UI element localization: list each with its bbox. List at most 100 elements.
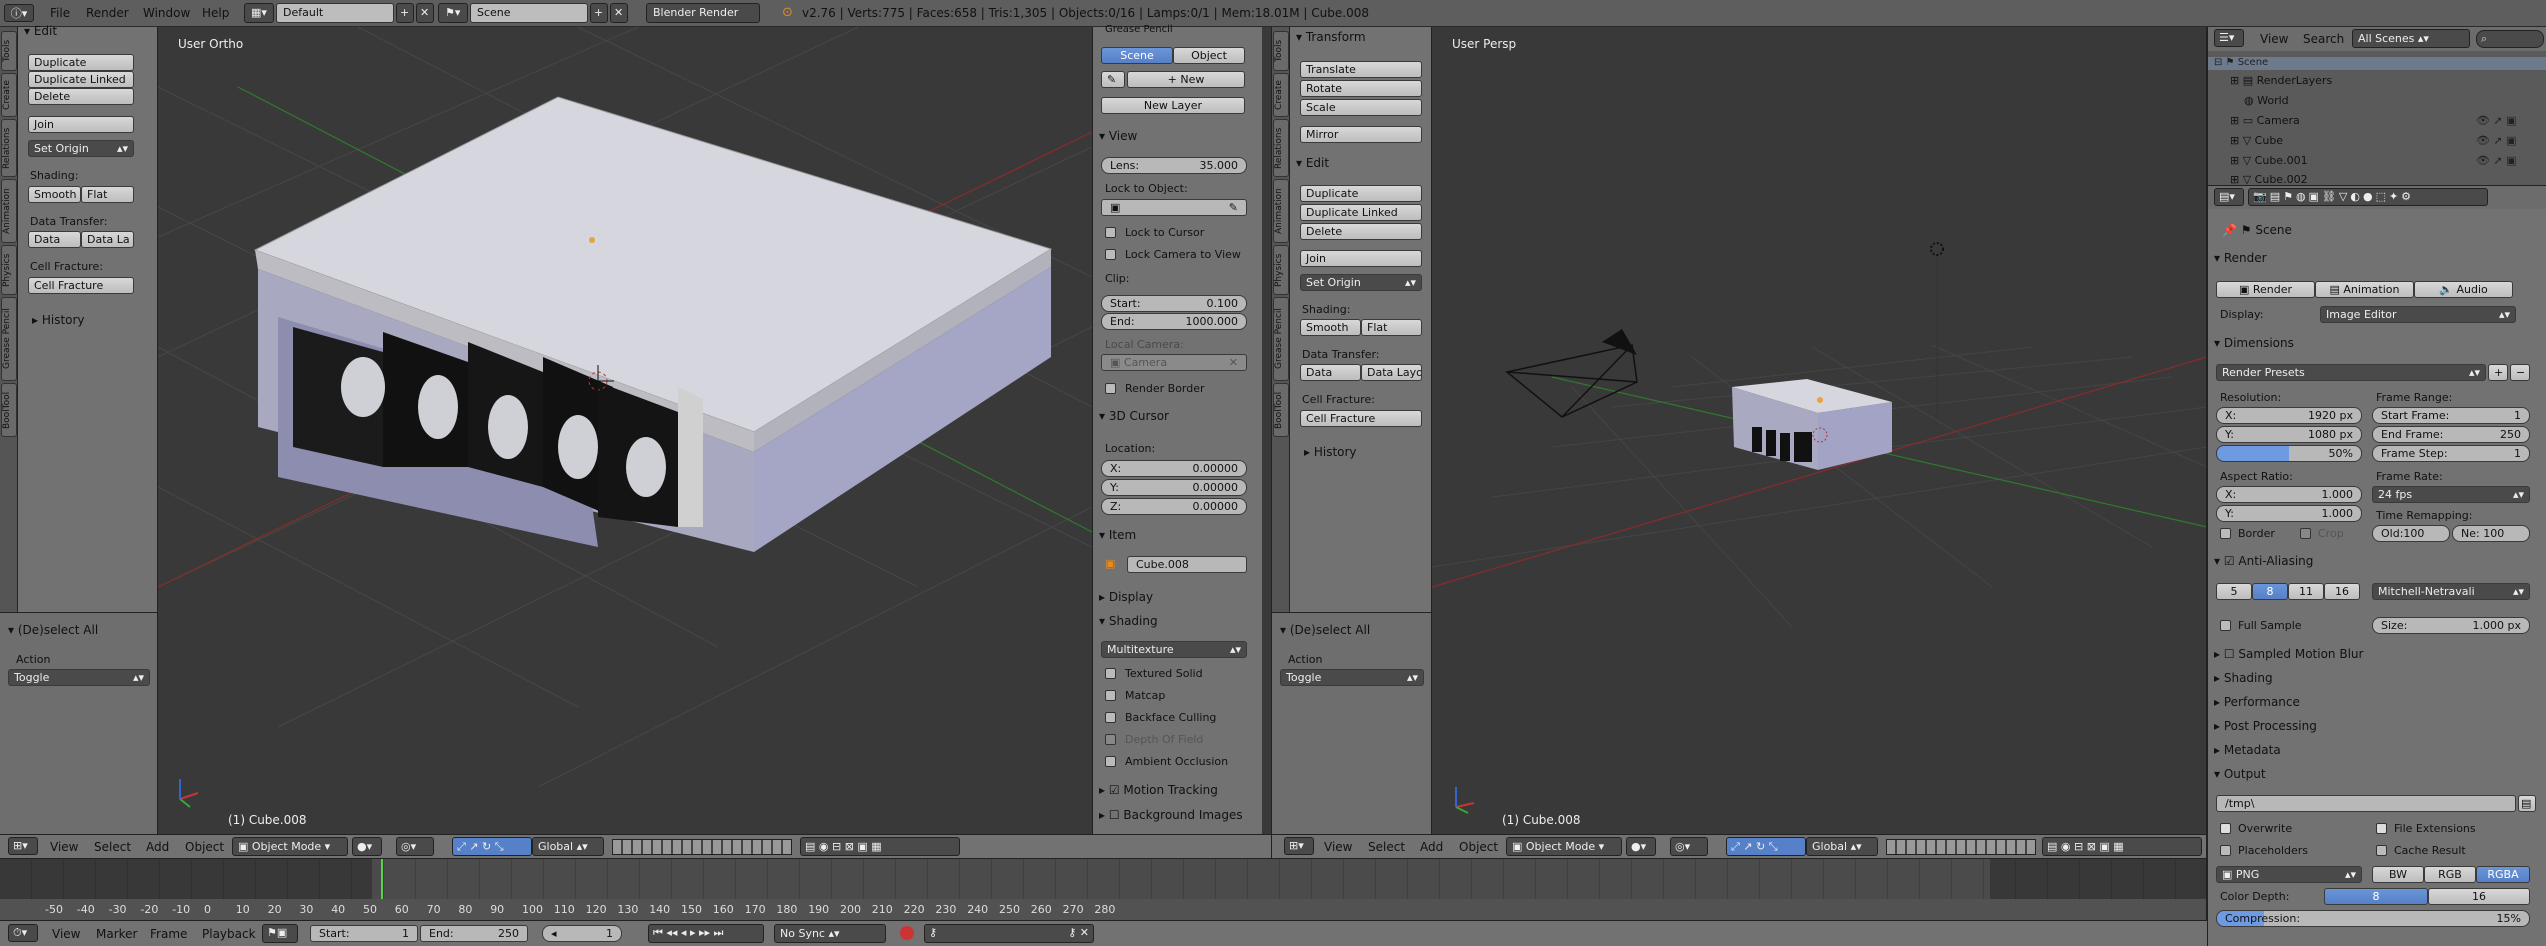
duplicate-button[interactable]: Duplicate <box>28 54 134 71</box>
orientation-select-left[interactable]: Global ▴▾ <box>532 837 604 856</box>
outliner-display-select[interactable]: All Scenes ▴▾ <box>2352 29 2470 48</box>
editor-type-icon[interactable]: ⓘ▾ <box>4 4 34 22</box>
item-section[interactable]: ▾ Item <box>1099 528 1136 542</box>
cell-fracture-button[interactable]: Cell Fracture <box>28 277 134 294</box>
add-scene-icon[interactable]: + <box>590 3 608 23</box>
menu-help[interactable]: Help <box>202 6 229 20</box>
smooth-button[interactable]: Smooth <box>28 186 81 203</box>
color-depth-8[interactable]: 8 <box>2324 888 2428 905</box>
folder-icon[interactable]: ▤ <box>2518 795 2536 812</box>
record-icon[interactable] <box>900 926 914 940</box>
motion-tracking-section[interactable]: ▸ ☑ Motion Tracking <box>1099 783 1218 797</box>
tab-relations[interactable]: Relations <box>1 119 17 177</box>
textured-solid-checkbox[interactable] <box>1105 668 1116 679</box>
join-button[interactable]: Join <box>28 116 134 133</box>
outliner-row-renderlayers[interactable]: ⊞ ▤ RenderLayers <box>2208 70 2546 90</box>
outliner-search-input[interactable]: ⌕ <box>2476 30 2544 48</box>
start-frame-field[interactable]: Start Frame: 1 <box>2372 407 2530 424</box>
timeline-end-field[interactable]: End: 250 <box>420 925 528 942</box>
crop-checkbox[interactable] <box>2300 528 2311 539</box>
scene-field[interactable]: Scene <box>470 3 588 23</box>
data-button-r[interactable]: Data <box>1300 364 1361 381</box>
outliner-row-world[interactable]: ◍ World <box>2208 90 2546 110</box>
tab-grease-pencil-r[interactable]: Grease Pencil <box>1273 297 1289 381</box>
set-origin-select-r[interactable]: Set Origin ▴▾ <box>1300 274 1422 291</box>
audio-button[interactable]: 🔈 Audio <box>2414 281 2513 298</box>
menu-object-left[interactable]: Object <box>185 840 224 854</box>
cursor-y-field[interactable]: Y: 0.00000 <box>1101 479 1247 496</box>
duplicate-linked-button[interactable]: Duplicate Linked <box>28 71 134 88</box>
tab-relations-r[interactable]: Relations <box>1273 119 1289 177</box>
timeline-view-menu[interactable]: View <box>52 927 80 941</box>
layers-grid-left[interactable] <box>612 839 792 855</box>
time-new-field[interactable]: Ne: 100 <box>2452 525 2530 542</box>
current-frame-field[interactable]: ◂ 1 <box>542 925 622 942</box>
menu-object-right[interactable]: Object <box>1459 840 1498 854</box>
new-gp-button[interactable]: + New <box>1127 71 1245 88</box>
menu-window[interactable]: Window <box>143 6 190 20</box>
new-layer-button[interactable]: New Layer <box>1101 97 1245 114</box>
animation-button[interactable]: ▤ Animation <box>2315 281 2414 298</box>
render-engine-select[interactable]: Blender Render <box>646 3 760 23</box>
properties-context-tabs[interactable]: 📷▤⚑◍▣⛓▽◐●⬚✦⚙ <box>2248 188 2488 206</box>
matcap-checkbox[interactable] <box>1105 690 1116 701</box>
pivot-select-right[interactable]: ◎▾ <box>1670 837 1708 856</box>
view-section[interactable]: ▾ View <box>1099 129 1137 143</box>
frame-rate-select[interactable]: 24 fps ▴▾ <box>2372 486 2530 503</box>
timeline-start-field[interactable]: Start: 1 <box>310 925 418 942</box>
data-layout-button[interactable]: Data La <box>81 231 134 248</box>
rotate-button[interactable]: Rotate <box>1300 80 1422 97</box>
cursor-z-field[interactable]: Z: 0.00000 <box>1101 498 1247 515</box>
tab-create-r[interactable]: Create <box>1273 73 1289 117</box>
history-panel-r[interactable]: ▸ History <box>1304 445 1357 459</box>
flat-button[interactable]: Flat <box>81 186 134 203</box>
ao-checkbox[interactable] <box>1105 756 1116 767</box>
outliner-row-scene[interactable]: ⊟ ⚑ Scene <box>2208 57 2546 70</box>
tab-create[interactable]: Create <box>1 73 17 117</box>
transform-section[interactable]: ▾ Transform <box>1296 30 1366 44</box>
mode-select-left[interactable]: ▣ Object Mode ▾ <box>232 837 348 856</box>
3d-cursor-section[interactable]: ▾ 3D Cursor <box>1099 409 1169 423</box>
tab-physics[interactable]: Physics <box>1 245 17 295</box>
output-path-field[interactable]: /tmp\ <box>2216 795 2516 812</box>
aa-samples-5[interactable]: 5 <box>2216 583 2252 600</box>
performance-section[interactable]: ▸ Performance <box>2214 695 2300 709</box>
dof-checkbox[interactable] <box>1105 734 1116 745</box>
render-border-checkbox[interactable] <box>1105 383 1116 394</box>
full-sample-checkbox[interactable] <box>2220 620 2231 631</box>
translate-button[interactable]: Translate <box>1300 61 1422 78</box>
aa-samples-8[interactable]: 8 <box>2252 583 2288 600</box>
lock-to-cursor-checkbox[interactable] <box>1105 227 1116 238</box>
tab-grease-pencil[interactable]: Grease Pencil <box>1 297 17 381</box>
edit-section-r[interactable]: ▾ Edit <box>1296 156 1329 170</box>
join-button-r[interactable]: Join <box>1300 250 1422 267</box>
keying-set-field[interactable]: ⚷ ⚷ ✕ <box>924 924 1094 943</box>
tab-booltool-r[interactable]: BoolTool <box>1273 383 1289 437</box>
current-frame-marker[interactable] <box>381 859 383 903</box>
rgba-button[interactable]: RGBA <box>2476 866 2530 883</box>
duplicate-button-r[interactable]: Duplicate <box>1300 185 1422 202</box>
color-depth-16[interactable]: 16 <box>2428 888 2530 905</box>
dimensions-section[interactable]: ▾ Dimensions <box>2214 336 2294 350</box>
end-frame-field[interactable]: End Frame: 250 <box>2372 426 2530 443</box>
display-section[interactable]: ▸ Display <box>1099 590 1153 604</box>
resolution-x-field[interactable]: X: 1920 px <box>2216 407 2362 424</box>
file-extensions-checkbox[interactable] <box>2376 823 2387 834</box>
placeholders-checkbox[interactable] <box>2220 845 2231 856</box>
smooth-button-r[interactable]: Smooth <box>1300 319 1361 336</box>
add-preset-icon[interactable]: + <box>2488 364 2508 381</box>
mirror-button[interactable]: Mirror <box>1300 126 1422 143</box>
anti-aliasing-section[interactable]: ▾ ☑ Anti-Aliasing <box>2214 554 2313 568</box>
border-checkbox[interactable] <box>2220 528 2231 539</box>
lock-camera-checkbox[interactable] <box>1105 249 1116 260</box>
mode-select-right[interactable]: ▣ Object Mode ▾ <box>1506 837 1622 856</box>
scene-icon[interactable]: ⚑▾ <box>438 3 468 23</box>
remove-preset-icon[interactable]: − <box>2510 364 2530 381</box>
data-button[interactable]: Data <box>28 231 81 248</box>
section-edit[interactable]: ▾ Edit <box>24 24 57 38</box>
delete-button[interactable]: Delete <box>28 88 134 105</box>
display-select[interactable]: Image Editor ▴▾ <box>2320 306 2516 323</box>
tab-physics-r[interactable]: Physics <box>1273 245 1289 295</box>
screen-layout-field[interactable]: Default <box>276 3 394 23</box>
post-processing-section[interactable]: ▸ Post Processing <box>2214 719 2317 733</box>
